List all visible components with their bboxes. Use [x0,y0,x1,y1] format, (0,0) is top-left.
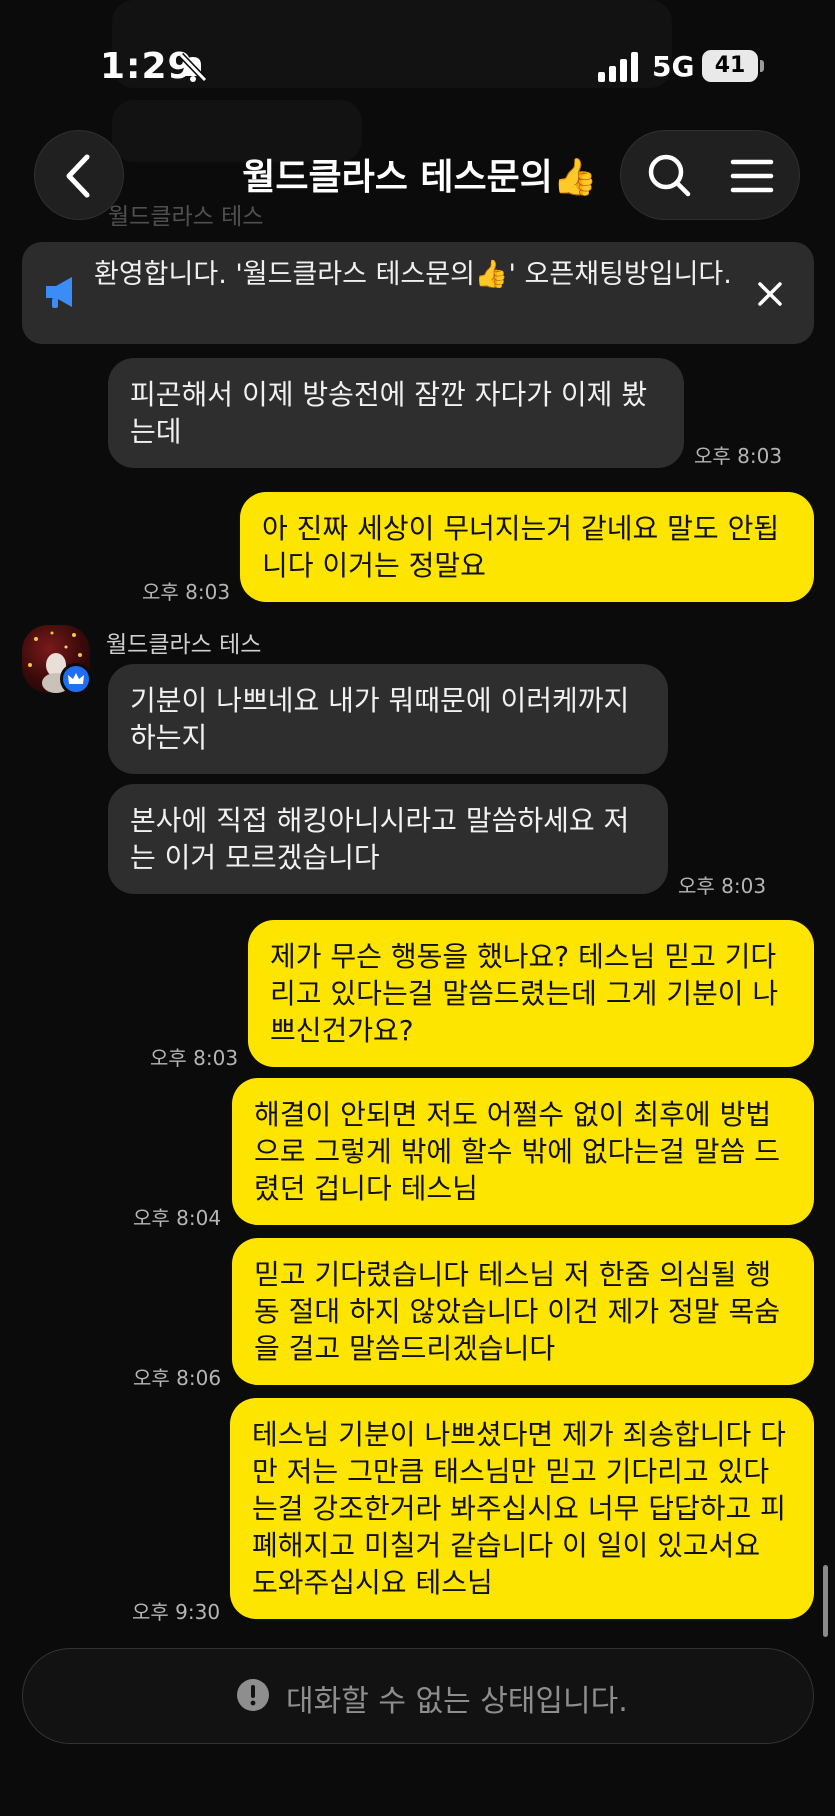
status-bar: 1:29 5G 41 [0,0,835,120]
message-time: 오후 8:06 [133,1366,222,1390]
signal-icon [598,52,638,82]
scrollbar[interactable] [823,1565,828,1637]
incoming-message[interactable]: 본사에 직접 해킹아니시라고 말씀하세요 저는 이거 모르겠습니다 [108,784,668,894]
input-disabled-text: 대화할 수 없는 상태입니다. [286,1684,628,1719]
chat-title: 월드클라스 테스문의👍 [242,157,598,198]
megaphone-icon [46,277,72,308]
network-type: 5G [652,50,695,83]
battery-icon: 41 [702,50,758,82]
message-time: 오후 9:30 [132,1600,221,1624]
outgoing-message[interactable]: 제가 무슨 행동을 했나요? 테스님 믿고 기다리고 있다는걸 말씀드렸는데 그… [248,920,814,1067]
close-icon[interactable] [752,276,788,312]
header-actions [620,130,800,220]
notice-banner[interactable]: 환영합니다. '월드클라스 테스문의👍' 오픈채팅방입니다. [22,242,814,344]
alert-icon [237,1679,269,1711]
outgoing-message[interactable]: 믿고 기다렸습니다 테스님 저 한줌 의심될 행동 절대 하지 않았습니다 이건… [232,1238,814,1385]
search-icon[interactable] [625,131,715,221]
message-time: 오후 8:03 [150,1046,239,1070]
battery-tip [760,60,764,72]
message-time: 오후 8:03 [142,580,231,604]
outgoing-message[interactable]: 해결이 안되면 저도 어쩔수 없이 최후에 방법으로 그렇게 밖에 할수 밖에 … [232,1078,814,1225]
host-crown-icon [60,663,92,695]
sender-name: 월드클라스 테스 [106,632,262,658]
outgoing-message[interactable]: 테스님 기분이 나쁘셨다면 제가 죄송합니다 다만 저는 그만큼 태스님만 믿고… [230,1398,814,1619]
outgoing-message[interactable]: 아 진짜 세상이 무너지는거 같네요 말도 안됩니다 이거는 정말요 [240,492,814,602]
bell-off-icon [178,52,208,82]
message-time: 오후 8:04 [133,1206,222,1230]
incoming-message[interactable]: 피곤해서 이제 방송전에 잠깐 자다가 이제 봤는데 [108,358,684,468]
message-time: 오후 8:03 [694,444,783,468]
message-time: 오후 8:03 [678,874,767,898]
menu-icon[interactable] [707,131,797,221]
ghost-sender-name: 월드클라스 테스 [108,204,264,230]
notice-text: 환영합니다. '월드클라스 테스문의👍' 오픈채팅방입니다. [94,259,732,290]
incoming-message[interactable]: 기분이 나쁘네요 내가 뭐때문에 이러케까지 하는지 [108,664,668,774]
